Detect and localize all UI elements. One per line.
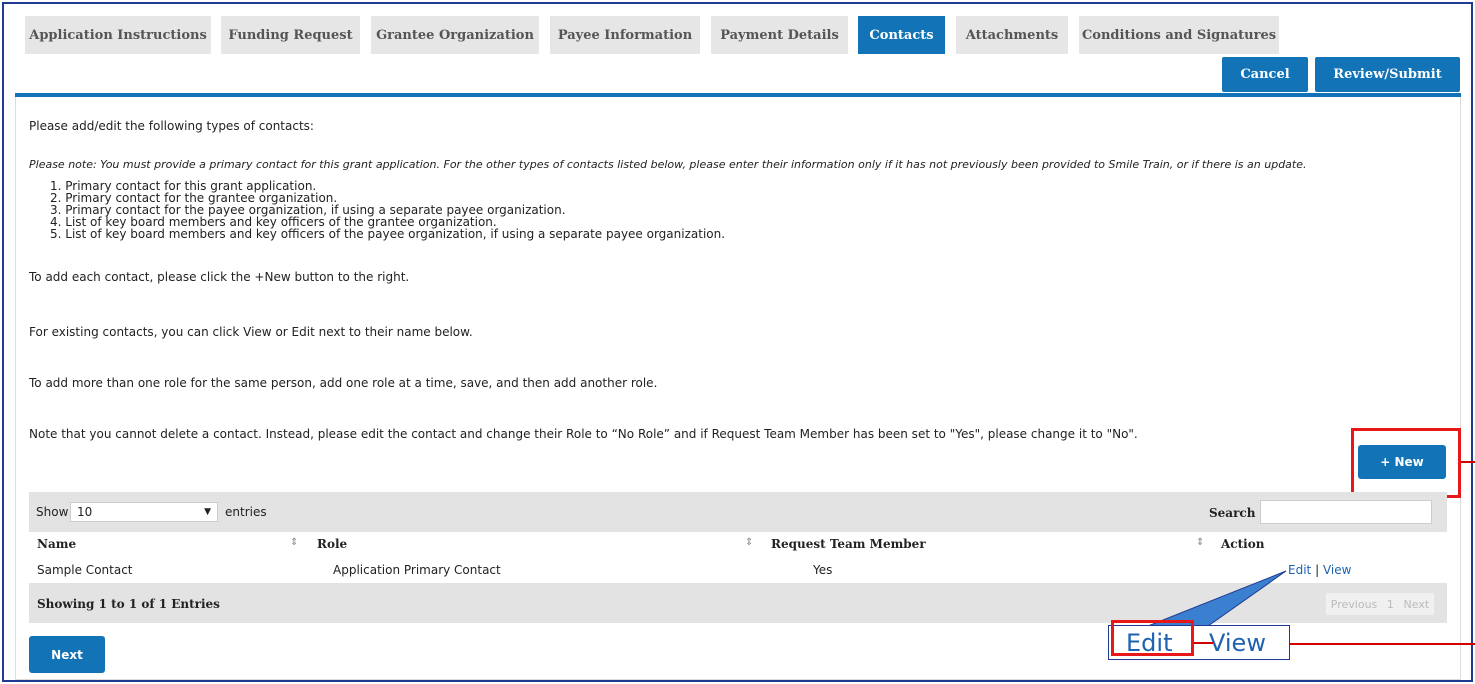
primary-contact-note: Please note: You must provide a primary … (29, 158, 1307, 171)
tab-funding-request[interactable]: Funding Request (221, 16, 360, 54)
sort-icon[interactable]: ⇕ (745, 537, 753, 548)
edit-highlight (1111, 620, 1194, 656)
new-button-pointer-line (1461, 461, 1475, 463)
search-input[interactable] (1260, 500, 1432, 524)
callout-strike (1193, 642, 1213, 644)
cancel-button[interactable]: Cancel (1222, 57, 1308, 92)
column-header-request-team-member[interactable]: Request Team Member (771, 537, 926, 551)
list-item: 5. List of key board members and key off… (50, 227, 726, 241)
review-submit-button[interactable]: Review/Submit (1315, 57, 1460, 92)
callout-view-text: View (1209, 629, 1266, 657)
contact-type-list: 1. Primary contact for this grant applic… (20, 180, 725, 240)
tab-grantee-organization[interactable]: Grantee Organization (371, 16, 539, 54)
tab-payee-information[interactable]: Payee Information (550, 16, 700, 54)
team-member-cell: Yes (813, 563, 833, 577)
action-separator: | (1315, 563, 1320, 577)
multiple-roles-hint: To add more than one role for the same p… (29, 376, 658, 390)
next-page-button[interactable]: Next (1404, 598, 1430, 611)
column-header-role[interactable]: Role (317, 537, 347, 551)
page-1-button[interactable]: 1 (1387, 598, 1394, 611)
contact-role-cell: Application Primary Contact (333, 563, 501, 577)
entries-select-value: 10 (77, 505, 93, 519)
sort-icon[interactable]: ⇕ (290, 537, 298, 548)
intro-text: Please add/edit the following types of c… (29, 119, 314, 133)
next-button[interactable]: Next (29, 636, 105, 673)
tab-attachments[interactable]: Attachments (956, 16, 1068, 54)
tab-conditions-and-signatures[interactable]: Conditions and Signatures (1079, 16, 1279, 54)
column-header-name[interactable]: Name (37, 537, 76, 551)
show-label: Show (36, 505, 69, 519)
tab-payment-details[interactable]: Payment Details (711, 16, 848, 54)
search-label: Search (1209, 506, 1256, 520)
entries-info: Showing 1 to 1 of 1 Entries (37, 597, 220, 611)
existing-contacts-hint: For existing contacts, you can click Vie… (29, 325, 473, 339)
tab-contacts[interactable]: Contacts (858, 16, 945, 54)
sort-icon[interactable]: ⇕ (1196, 537, 1204, 548)
entries-select[interactable]: 10 ▼ (70, 502, 218, 522)
add-contact-hint: To add each contact, please click the +N… (29, 270, 410, 284)
entries-label: entries (225, 505, 267, 519)
pagination: Previous 1 Next (1326, 593, 1434, 615)
delete-contact-hint: Note that you cannot delete a contact. I… (29, 427, 1138, 441)
new-button-highlight (1351, 428, 1461, 498)
previous-page-button[interactable]: Previous (1331, 598, 1378, 611)
tab-application-instructions[interactable]: Application Instructions (25, 16, 211, 54)
contact-name-cell: Sample Contact (37, 563, 133, 577)
chevron-down-icon: ▼ (204, 507, 211, 517)
column-header-action[interactable]: Action (1221, 537, 1264, 551)
edit-pointer-line (1290, 643, 1475, 645)
view-link[interactable]: View (1323, 563, 1351, 577)
